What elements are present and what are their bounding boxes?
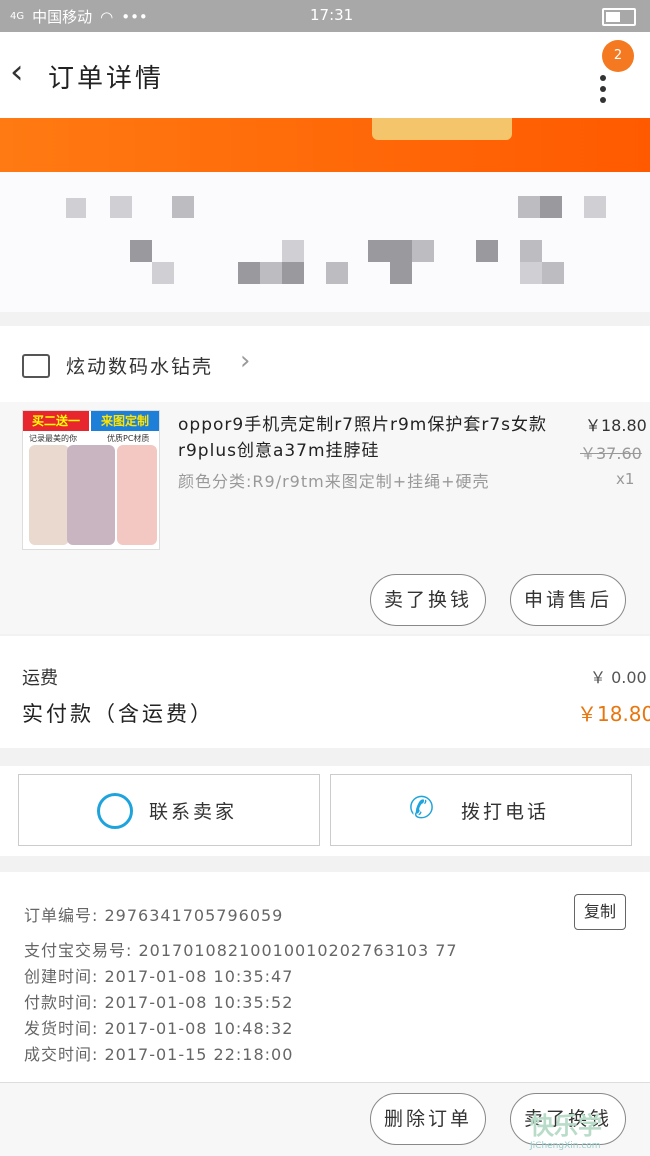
phone-case-image <box>67 445 115 545</box>
delete-order-button[interactable]: 删除订单 <box>370 1093 486 1145</box>
paid-time: 付款时间: 2017-01-08 10:35:52 <box>24 993 294 1012</box>
app-header: ‹ 订单详情 2 <box>0 32 650 118</box>
copy-button[interactable]: 复制 <box>574 894 626 930</box>
shop-icon <box>22 354 50 378</box>
order-number: 订单编号: 2976341705796059 <box>24 906 284 925</box>
status-left: 4G 中国移动 ◠ ••• <box>10 6 148 27</box>
back-arrow-icon[interactable]: ‹ <box>10 52 24 92</box>
status-banner <box>0 118 650 172</box>
thumb-sub-right: 优质PC材质 <box>107 434 150 443</box>
after-sale-button[interactable]: 申请售后 <box>510 574 626 626</box>
product-name[interactable]: oppor9手机壳定制r7照片r9m保护套r7s女款r9plus创意a37m挂脖… <box>178 412 568 464</box>
contact-row: 联系卖家 ✆ 拨打电话 <box>0 766 650 856</box>
thumb-banner-left: 买二送一 <box>23 411 89 431</box>
chat-icon <box>97 793 133 829</box>
page-title: 订单详情 <box>48 64 165 94</box>
order-totals: 运费 ￥ 0.00 实付款（含运费） ￥18.80 <box>0 636 650 748</box>
more-dots: ••• <box>121 7 148 26</box>
alipay-number: 支付宝交易号: 20170108210010010202763103 77 <box>24 941 458 960</box>
paid-value: ￥18.80 <box>577 702 650 726</box>
product-quantity: x1 <box>616 470 635 488</box>
chevron-right-icon: › <box>240 346 251 376</box>
sell-for-cash-button[interactable]: 卖了换钱 <box>370 574 486 626</box>
watermark-url: JiChengXin.com <box>530 1141 601 1151</box>
product-original-price: ￥37.60 <box>580 444 642 463</box>
thumb-banner-right: 来图定制 <box>91 411 159 431</box>
created-time: 创建时间: 2017-01-08 10:35:47 <box>24 967 294 986</box>
phone-icon: ✆ <box>409 791 435 826</box>
shop-row[interactable]: 炫动数码水钻壳 › <box>0 326 650 402</box>
contact-seller-label: 联系卖家 <box>149 801 238 823</box>
product-price: ￥18.80 <box>585 416 647 435</box>
phone-case-image <box>29 445 69 545</box>
call-label: 拨打电话 <box>461 801 550 823</box>
carrier-label: 中国移动 <box>32 8 93 26</box>
address-block-redacted <box>0 172 650 312</box>
network-type: 4G <box>10 11 25 22</box>
battery-icon <box>602 8 636 26</box>
thumb-sub-left: 记录最美的你 <box>29 434 77 443</box>
shipping-value: ￥ 0.00 <box>590 668 647 687</box>
shop-name: 炫动数码水钻壳 <box>66 356 214 378</box>
notification-badge[interactable]: 2 <box>602 40 634 72</box>
site-watermark: 快乐学 JiChengXin.com <box>530 1106 602 1151</box>
product-sku: 颜色分类:R9/r9tm来图定制+挂绳+硬壳 <box>178 472 490 491</box>
more-menu-icon[interactable] <box>600 70 612 108</box>
banner-illustration <box>372 118 512 140</box>
status-bar: 4G 中国移动 ◠ ••• 17:31 <box>0 0 650 32</box>
contact-seller-button[interactable]: 联系卖家 <box>18 774 320 846</box>
wifi-icon: ◠ <box>100 7 114 26</box>
watermark-brand: 快乐学 <box>530 1112 602 1140</box>
paid-label: 实付款（含运费） <box>22 702 214 726</box>
order-info: 订单编号: 2976341705796059 复制 支付宝交易号: 201701… <box>0 872 650 1082</box>
status-time: 17:31 <box>310 6 354 24</box>
shipping-label: 运费 <box>22 668 58 689</box>
completed-time: 成交时间: 2017-01-15 22:18:00 <box>24 1045 294 1064</box>
phone-case-image <box>117 445 157 545</box>
shipped-time: 发货时间: 2017-01-08 10:48:32 <box>24 1019 294 1038</box>
call-button[interactable]: ✆ 拨打电话 <box>330 774 632 846</box>
product-thumbnail[interactable]: 买二送一 来图定制 记录最美的你 优质PC材质 <box>22 410 160 550</box>
product-item[interactable]: 买二送一 来图定制 记录最美的你 优质PC材质 oppor9手机壳定制r7照片r… <box>0 402 650 634</box>
